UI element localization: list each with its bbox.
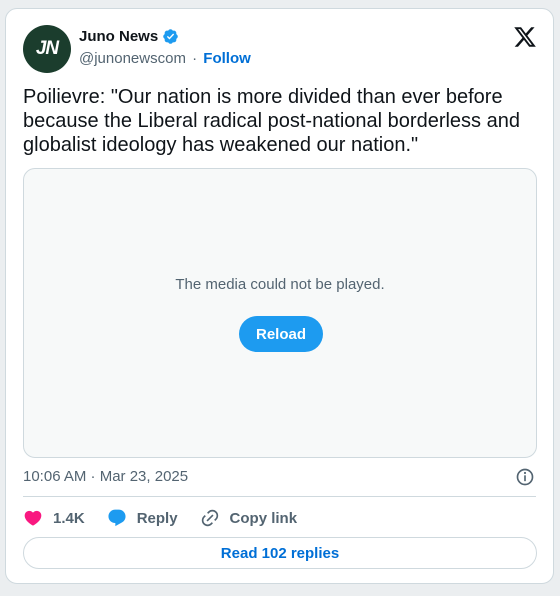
like-button[interactable]: 1.4K — [23, 508, 85, 528]
tweet-text: Poilievre: "Our nation is more divided t… — [23, 86, 520, 156]
link-icon — [201, 509, 218, 527]
tweet-timestamp[interactable]: 10:06 AM · Mar 23, 2025 — [23, 468, 188, 485]
avatar[interactable]: JN — [23, 25, 71, 73]
likes-count: 1.4K — [53, 509, 85, 527]
embedded-tweet-card: JN Juno News @junonewscom · Follow Poili… — [5, 8, 554, 584]
x-logo-icon[interactable] — [513, 25, 537, 49]
info-icon[interactable] — [515, 467, 535, 487]
heart-icon — [24, 510, 42, 526]
handle-row: @junonewscom · Follow — [79, 50, 251, 67]
reply-bubble-icon — [108, 509, 126, 527]
copy-link-button[interactable]: Copy link — [200, 508, 298, 528]
account-name[interactable]: Juno News — [79, 28, 158, 45]
separator-dot: · — [192, 50, 198, 67]
read-replies-button[interactable]: Read 102 replies — [23, 537, 537, 569]
reply-label: Reply — [136, 509, 178, 527]
account-name-row: Juno News — [79, 28, 179, 45]
read-replies-label: Read 102 replies — [220, 544, 340, 562]
verified-badge-icon — [163, 29, 178, 44]
action-bar: 1.4K Reply Copy link — [23, 507, 319, 529]
media-error-message: The media could not be played. — [175, 276, 385, 293]
divider — [23, 496, 536, 497]
avatar-logo-text: JN — [35, 38, 59, 59]
follow-link[interactable]: Follow — [203, 50, 251, 67]
account-handle[interactable]: @junonewscom — [79, 50, 186, 67]
copy-link-label: Copy link — [229, 509, 298, 527]
media-player: The media could not be played. Reload — [23, 168, 537, 458]
reply-button[interactable]: Reply — [107, 508, 178, 528]
reload-button[interactable]: Reload — [239, 316, 323, 352]
